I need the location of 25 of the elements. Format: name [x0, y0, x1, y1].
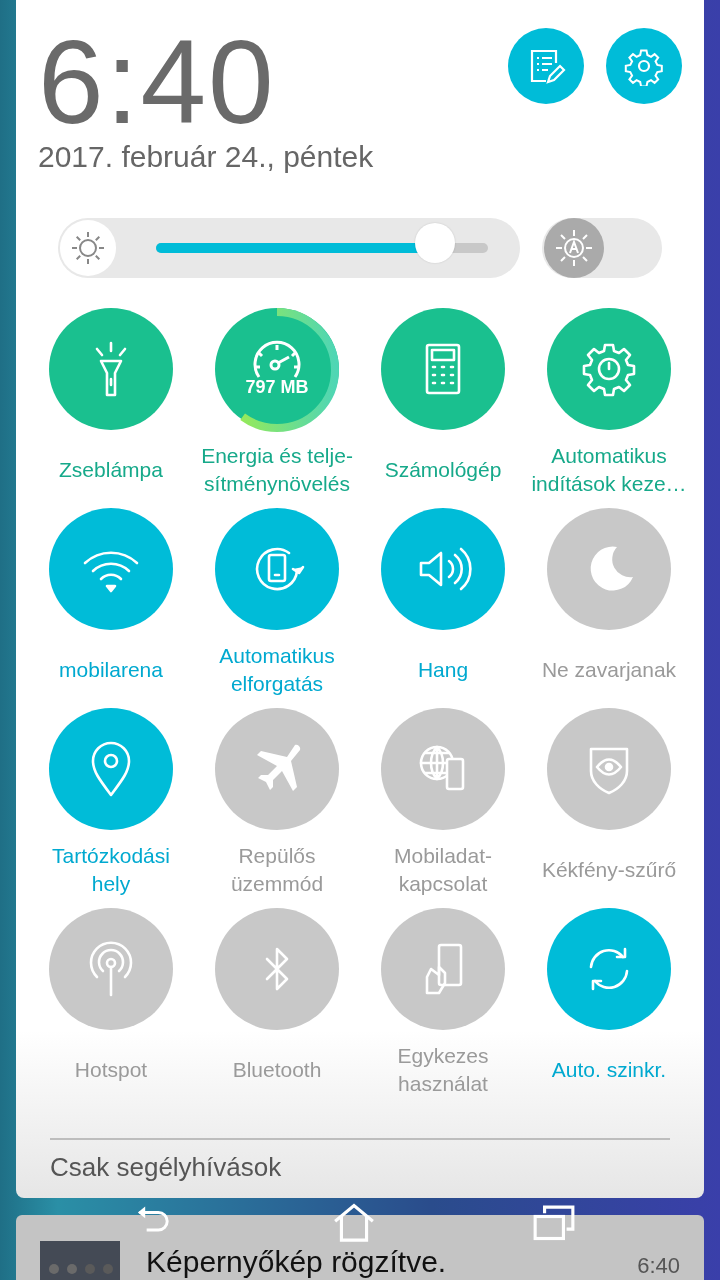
tile-label: Tartózkodási hely [51, 843, 171, 897]
tile-label: Automatikus indítások keze… [530, 443, 688, 497]
tile-label: Hotspot [73, 1057, 149, 1083]
tile-label: Energia és telje- sítménynövelés [200, 443, 354, 497]
tile-label: Mobiladat- kapcsolat [392, 843, 494, 897]
tile-label: Kékfény-szűrő [540, 857, 678, 883]
notification-card[interactable]: Képernyőkép rögzítve. 6:40 [16, 1215, 704, 1280]
carrier-status: Csak segélyhívások [49, 1151, 283, 1184]
tile-label: Számológép [383, 457, 503, 483]
brightness-icon [71, 231, 105, 265]
notification-title: Képernyőkép rögzítve. [146, 1245, 448, 1279]
tile-label: Ne zavarjanak [540, 657, 678, 683]
home-button[interactable] [332, 1202, 376, 1242]
tile-label: mobilarena [58, 657, 164, 683]
tile-label: Hang [416, 657, 470, 683]
tile-label: Auto. szinkr. [550, 1057, 668, 1083]
memory-reading: 797 MB [245, 376, 309, 398]
date-text: 2017. február 24., péntek [38, 140, 374, 174]
tile-label: Repülős üzemmód [229, 843, 325, 897]
tile-label: Automatikus elforgatás [218, 643, 336, 697]
notification-time: 6:40 [637, 1253, 680, 1279]
tile-label: Egykezes használat [396, 1043, 490, 1097]
clock-time: 6:40 [38, 28, 277, 136]
tile-label: Bluetooth [231, 1057, 323, 1083]
tile-label: Zseblámpa [58, 457, 164, 483]
